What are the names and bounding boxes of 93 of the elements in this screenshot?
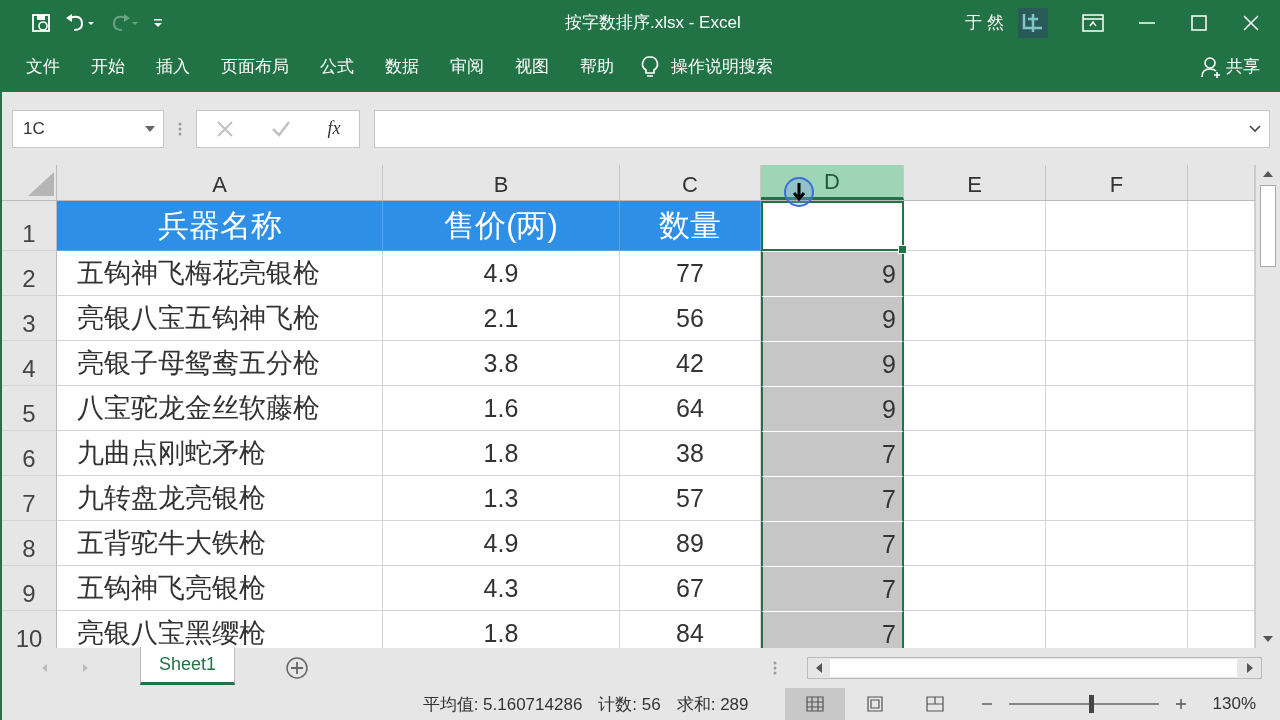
undo-icon[interactable] xyxy=(64,11,96,34)
formula-input[interactable] xyxy=(374,109,1270,148)
name-box[interactable]: 1C xyxy=(12,109,164,148)
zoom-level[interactable]: 130% xyxy=(1212,694,1256,714)
table-cell: 八宝驼龙金丝软藤枪 xyxy=(57,386,383,431)
ribbon-tab[interactable]: 文件 xyxy=(14,55,79,78)
average-value: 平均值: 5.160714286 xyxy=(422,693,583,716)
row-header[interactable]: 9 xyxy=(2,566,57,611)
add-sheet-icon[interactable] xyxy=(285,656,310,680)
row-header[interactable]: 2 xyxy=(2,251,57,296)
grip-icon xyxy=(773,660,777,676)
column-header[interactable]: F xyxy=(1046,165,1188,200)
table-cell: 4.9 xyxy=(383,521,620,566)
sum-value: 求和: 289 xyxy=(676,693,749,716)
row-header[interactable]: 7 xyxy=(2,476,57,521)
column-header[interactable]: E xyxy=(904,165,1046,200)
normal-view-button[interactable] xyxy=(784,688,845,720)
table-cell: 9 xyxy=(761,386,904,431)
row-header[interactable]: 10 xyxy=(2,611,57,648)
page-icon xyxy=(865,696,884,712)
ribbon-tab[interactable]: 数据 xyxy=(373,55,438,78)
check-icon[interactable] xyxy=(270,119,291,138)
sheet-tab[interactable]: Sheet1 xyxy=(140,647,236,685)
table-cell: 7 xyxy=(761,431,904,476)
count-value: 计数: 56 xyxy=(598,693,661,716)
ribbon-tab[interactable]: 帮助 xyxy=(568,55,633,78)
ribbon-display-icon[interactable] xyxy=(1082,13,1104,32)
row-header[interactable]: 1 xyxy=(2,201,57,251)
active-cell[interactable] xyxy=(761,201,904,251)
table-cell: 9 xyxy=(761,251,904,296)
ribbon-tab[interactable]: 开始 xyxy=(79,55,144,78)
table-cell: 2.1 xyxy=(383,296,620,341)
scroll-thumb[interactable] xyxy=(830,659,1237,677)
lightbulb-icon xyxy=(641,54,659,79)
tell-me-search[interactable]: 操作说明搜索 xyxy=(659,55,792,78)
dropdown-icon xyxy=(145,125,155,132)
table-header-cell: 售价(两) xyxy=(383,201,620,251)
table-cell: 9 xyxy=(761,296,904,341)
table-cell: 1.3 xyxy=(383,476,620,521)
table-cell: 1.8 xyxy=(383,611,620,648)
table-cell: 亮银子母鸳鸯五分枪 xyxy=(57,341,383,386)
grip-icon xyxy=(178,120,182,137)
table-cell: 3.8 xyxy=(383,341,620,386)
table-cell: 4.9 xyxy=(383,251,620,296)
table-header-cell: 数量 xyxy=(620,201,761,251)
page-break-icon xyxy=(925,696,944,712)
table-cell: 五钩神飞梅花亮银枪 xyxy=(57,251,383,296)
table-cell: 1.8 xyxy=(383,431,620,476)
ribbon-tab[interactable]: 审阅 xyxy=(438,55,503,78)
table-cell: 7 xyxy=(761,476,904,521)
horizontal-scrollbar[interactable] xyxy=(807,657,1262,679)
ribbon-tab[interactable]: 公式 xyxy=(308,55,373,78)
expand-icon xyxy=(1249,124,1261,133)
table-cell: 亮银八宝五钩神飞枪 xyxy=(57,296,383,341)
table-cell: 九曲点刚蛇矛枪 xyxy=(57,431,383,476)
cursor-icon xyxy=(782,175,816,209)
scroll-left-icon[interactable] xyxy=(814,662,824,674)
save-icon[interactable] xyxy=(30,11,52,34)
row-header[interactable]: 8 xyxy=(2,521,57,566)
row-header[interactable]: 5 xyxy=(2,386,57,431)
row-header[interactable]: 4 xyxy=(2,341,57,386)
column-header[interactable]: A xyxy=(57,165,383,200)
user-name: 于 然 xyxy=(965,12,1004,34)
row-header[interactable]: 3 xyxy=(2,296,57,341)
column-header[interactable]: B xyxy=(383,165,620,200)
maximize-icon[interactable] xyxy=(1190,13,1208,32)
table-cell: 7 xyxy=(761,566,904,611)
table-cell: 7 xyxy=(761,611,904,648)
table-cell: 1.6 xyxy=(383,386,620,431)
table-header-cell: 兵器名称 xyxy=(57,201,383,251)
scroll-up-icon[interactable] xyxy=(1262,169,1274,179)
column-header[interactable]: D xyxy=(761,165,904,200)
person-icon xyxy=(1200,54,1222,79)
account-icon[interactable] xyxy=(1018,7,1048,38)
close-icon[interactable] xyxy=(1242,13,1260,32)
ribbon-tab[interactable]: 页面布局 xyxy=(209,55,308,78)
table-cell: 九转盘龙亮银枪 xyxy=(57,476,383,521)
grid-icon xyxy=(805,696,824,712)
table-cell: 五背驼牛大铁枪 xyxy=(57,521,383,566)
zoom-in-icon[interactable] xyxy=(1174,698,1187,710)
ribbon-tab[interactable]: 视图 xyxy=(503,55,568,78)
scroll-down-icon[interactable] xyxy=(1262,634,1274,644)
table-cell: 五钩神飞亮银枪 xyxy=(57,566,383,611)
share-button[interactable]: 共享 xyxy=(1194,53,1266,80)
scroll-right-icon[interactable] xyxy=(1245,662,1255,674)
ribbon-tab[interactable]: 插入 xyxy=(144,55,209,78)
table-cell: 4.3 xyxy=(383,566,620,611)
table-cell: 7 xyxy=(761,521,904,566)
insert-function-button[interactable]: fx xyxy=(327,118,341,139)
scroll-thumb[interactable] xyxy=(1260,185,1276,267)
table-cell: 9 xyxy=(761,341,904,386)
row-header[interactable]: 6 xyxy=(2,431,57,476)
window-title: 按字数排序.xlsx - Excel xyxy=(564,12,742,34)
